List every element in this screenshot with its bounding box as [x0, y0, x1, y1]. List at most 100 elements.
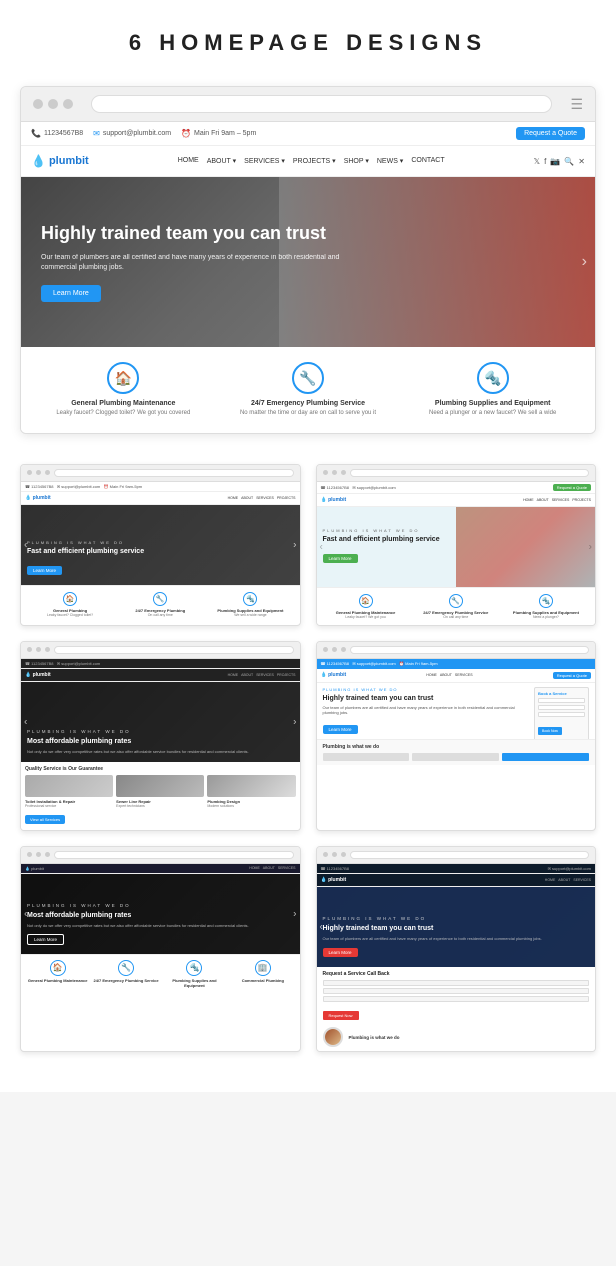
feature-desc-2: No matter the time or day are on call to…: [221, 410, 396, 418]
card-4-body: Our team of plumbers are all certified a…: [323, 705, 529, 715]
card-3-view-btn[interactable]: View all Services: [25, 815, 65, 824]
hero-next-arrow[interactable]: ›: [582, 253, 587, 271]
hero-cta-button[interactable]: Learn More: [41, 285, 101, 302]
card-3-img-3: [207, 775, 295, 797]
card-2-next-arrow[interactable]: ›: [589, 541, 592, 552]
card-4-request-btn[interactable]: Request a Quote: [553, 672, 591, 679]
card-5-feat-3: 🔩 Plumbing Supplies and Equipment: [162, 960, 227, 988]
card-6-hero: PLUMBING IS WHAT WE DO Highly trained te…: [317, 887, 596, 967]
card-6-form-title: Request a Service Call Back: [323, 971, 590, 977]
mini-url-6: [350, 851, 590, 859]
feature-icon-home: 🏠: [107, 362, 139, 394]
feature-title-3: Plumbing Supplies and Equipment: [405, 400, 580, 407]
features-row: 🏠 General Plumbing Maintenance Leaky fau…: [21, 347, 595, 433]
design-card-4: ☎ 11234567B8 ✉ support@plumbit.com ⏰ Mai…: [316, 641, 597, 831]
card-4-topbar-blue: ☎ 11234567B8 ✉ support@plumbit.com ⏰ Mai…: [317, 659, 596, 669]
site-logo: 💧 plumbit: [31, 154, 89, 168]
mini-dot-5: [332, 470, 337, 475]
card-4-topbar-text: ☎ 11234567B8 ✉ support@plumbit.com ⏰ Mai…: [321, 661, 438, 666]
logo-drop-icon: 💧: [31, 154, 46, 168]
card-6-plumbing-label: Plumbing is what we do: [349, 1031, 400, 1042]
feature-desc-3: Need a plunger or a new faucet? We sell …: [405, 410, 580, 418]
card-6-heading: Highly trained team you can trust: [323, 924, 542, 933]
card-5-feat-2: 🔧 24/7 Emergency Plumbing Service: [93, 960, 158, 988]
card-1-prev-arrow[interactable]: ‹: [24, 539, 27, 550]
card-4-cta[interactable]: Learn More: [323, 725, 358, 734]
card-1-feature-2: 🔧 24/7 Emergency Plumbing On call any ti…: [115, 590, 205, 619]
card-5-feat-1: 🏠 General Plumbing Maintenance: [25, 960, 90, 988]
site-topbar: 📞 11234567B8 ✉ support@plumbit.com ⏰ Mai…: [21, 122, 595, 146]
card-4-field-2[interactable]: [538, 705, 585, 710]
email-icon: ✉: [93, 129, 100, 138]
mini-browser-bar-3: [21, 642, 300, 659]
card-4-hero: ☎ 11234567B8 ✉ support@plumbit.com ⏰ Mai…: [317, 659, 596, 739]
card-6-bottom-label: Plumbing is what we do: [349, 1035, 400, 1040]
card-1-next-arrow[interactable]: ›: [293, 539, 296, 550]
card-5-feat-title-1: General Plumbing Maintenance: [25, 978, 90, 983]
mini-logo-2: 💧 plumbit: [321, 497, 347, 503]
card-4-line-2: [412, 753, 499, 761]
mini-logo-6: 💧 plumbit: [321, 877, 347, 883]
card-3-item-desc-1: Professional service: [25, 804, 113, 808]
card-6-field-2[interactable]: [323, 988, 590, 994]
card-4-form-title: Book a Service: [538, 691, 585, 696]
card-1-cta[interactable]: Learn More: [27, 566, 62, 575]
card-4-field-3[interactable]: [538, 712, 585, 717]
browser-menu-icon: ☰: [570, 96, 583, 113]
card-5-cta[interactable]: Learn More: [27, 934, 64, 945]
mini-navbar-2: 💧 plumbit HOME ABOUT SERVICES PROJECTS: [317, 494, 596, 507]
browser-url-bar[interactable]: [91, 95, 552, 113]
mini-browser-bar-6: [317, 847, 596, 864]
card-2-cta[interactable]: Learn More: [323, 554, 358, 563]
card-3-heading: Most affordable plumbing rates: [27, 737, 249, 746]
feature-item-3: 🔩 Plumbing Supplies and Equipment Need a…: [400, 362, 585, 418]
card-2-hero: PLUMBING IS WHAT WE DO Fast and efficien…: [317, 507, 596, 587]
card-6-form-btn[interactable]: Request Now: [323, 1011, 359, 1020]
card-4-form-btn[interactable]: Book Now: [538, 727, 562, 735]
card-3-next-arrow[interactable]: ›: [293, 716, 296, 727]
card-5-feat-title-4: Commercial Plumbing: [230, 978, 295, 983]
hero-content: Highly trained team you can trust Our te…: [21, 207, 365, 318]
card-1-feat-icon-1: 🏠: [63, 592, 77, 606]
mini-dot-14: [36, 852, 41, 857]
mini-url-1: [54, 469, 294, 477]
card-4-field-1[interactable]: [538, 698, 585, 703]
card-5-feat-title-2: 24/7 Emergency Plumbing Service: [93, 978, 158, 983]
mini-topbar-1: ☎ 11234567B8 ✉ support@plumbit.com ⏰ Mai…: [21, 482, 300, 492]
card-3-img-1: [25, 775, 113, 797]
mini-topbar-5: 💧 plumbit HOME ABOUT SERVICES: [21, 864, 300, 874]
request-quote-button[interactable]: Request a Quote: [516, 127, 585, 140]
mini-url-3: [54, 646, 294, 654]
mini-logo-3: 💧 plumbit: [25, 672, 51, 678]
card-4-logo: 💧 plumbit: [321, 672, 347, 678]
card-2-feature-1: 🏠 General Plumbing Maintenance Leaky fau…: [321, 592, 411, 621]
card-6-cta[interactable]: Learn More: [323, 948, 358, 957]
clock-icon: ⏰: [181, 129, 191, 138]
card-3-prev-arrow[interactable]: ‹: [24, 716, 27, 727]
mini-logo-1: 💧 plumbit: [25, 495, 51, 501]
card-1-feature-3: 🔩 Plumbing Supplies and Equipment We sel…: [205, 590, 295, 619]
mini-request-btn-2[interactable]: Request a Quote: [553, 484, 591, 491]
design-card-1: ☎ 11234567B8 ✉ support@plumbit.com ⏰ Mai…: [20, 464, 301, 626]
card-4-content: PLUMBING IS WHAT WE DO Highly trained te…: [317, 683, 596, 739]
card-3-item-desc-2: Expert technicians: [116, 804, 204, 808]
search-icon[interactable]: 🔍: [564, 157, 574, 166]
card-2-feat-icon-3: 🔩: [539, 594, 553, 608]
card-5-body: Not only do we offer very competitive ra…: [27, 923, 249, 928]
topbar-email: ✉ support@plumbit.com: [93, 129, 171, 138]
mini-topbar-6: ☎ 11234567B8 ✉ support@plumbit.com: [317, 864, 596, 874]
card-6-hero-text: PLUMBING IS WHAT WE DO Highly trained te…: [323, 916, 542, 959]
browser-chrome-bar: ☰: [21, 87, 595, 122]
card-1-features: 🏠 General Plumbing Leaky faucet? Clogged…: [21, 585, 300, 623]
feature-icon-supplies: 🔩: [477, 362, 509, 394]
card-2-prev-arrow[interactable]: ‹: [320, 541, 323, 552]
card-6-field-1[interactable]: [323, 980, 590, 986]
card-5-feat-icon-2: 🔧: [118, 960, 134, 976]
card-6-prev-arrow[interactable]: ‹: [320, 921, 323, 932]
hero-body: Our team of plumbers are all certified a…: [41, 253, 345, 273]
mini-navbar-1: 💧 plumbit HOME ABOUT SERVICES PROJECTS: [21, 492, 300, 505]
mini-browser-bar-4: [317, 642, 596, 659]
card-5-prev-arrow[interactable]: ‹: [24, 908, 27, 919]
card-5-next-arrow[interactable]: ›: [293, 908, 296, 919]
card-6-field-3[interactable]: [323, 996, 590, 1002]
